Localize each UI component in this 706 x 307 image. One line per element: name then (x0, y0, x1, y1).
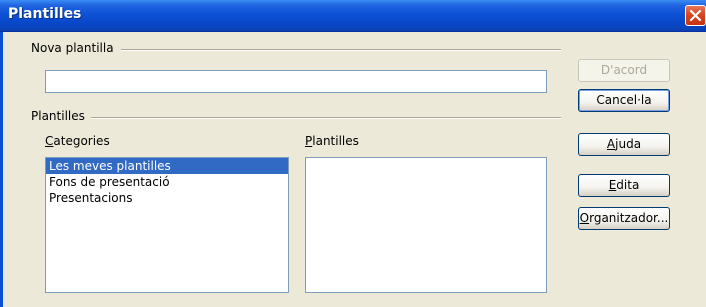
organizer-mnemonic: O (579, 211, 590, 225)
category-item-my-templates[interactable]: Les meves plantilles (46, 158, 288, 174)
ok-button[interactable]: D'acord (578, 59, 670, 82)
templates-section-label: Plantilles (31, 109, 89, 123)
templates-divider (91, 117, 561, 119)
category-item-backgrounds[interactable]: Fons de presentació (46, 174, 288, 190)
window-title: Plantilles (8, 6, 82, 22)
templates-list[interactable] (305, 157, 547, 293)
category-item-presentations[interactable]: Presentacions (46, 190, 288, 206)
dialog-body: Nova plantilla Plantilles Categories Les… (0, 32, 706, 307)
templates-list-label: Plantilles (305, 134, 363, 148)
help-mnemonic: A (606, 137, 616, 151)
organizer-button[interactable]: Organitzador... (578, 207, 670, 230)
categories-list[interactable]: Les meves plantilles Fons de presentació… (45, 157, 289, 293)
edit-button[interactable]: Edita (578, 174, 670, 197)
title-bar: Plantilles (0, 0, 706, 32)
categories-label-mnemonic: C (45, 134, 54, 148)
templates-list-label-mnemonic: P (305, 134, 313, 148)
categories-label: Categories (45, 134, 114, 148)
close-button[interactable] (685, 5, 706, 26)
help-button[interactable]: Ajuda (578, 133, 670, 156)
edit-mnemonic: E (608, 178, 617, 192)
new-template-name-input[interactable] (45, 70, 547, 93)
new-template-divider (121, 49, 561, 51)
cancel-button[interactable]: Cancel·la (578, 89, 670, 112)
new-template-label: Nova plantilla (31, 41, 118, 55)
close-icon (689, 9, 702, 22)
